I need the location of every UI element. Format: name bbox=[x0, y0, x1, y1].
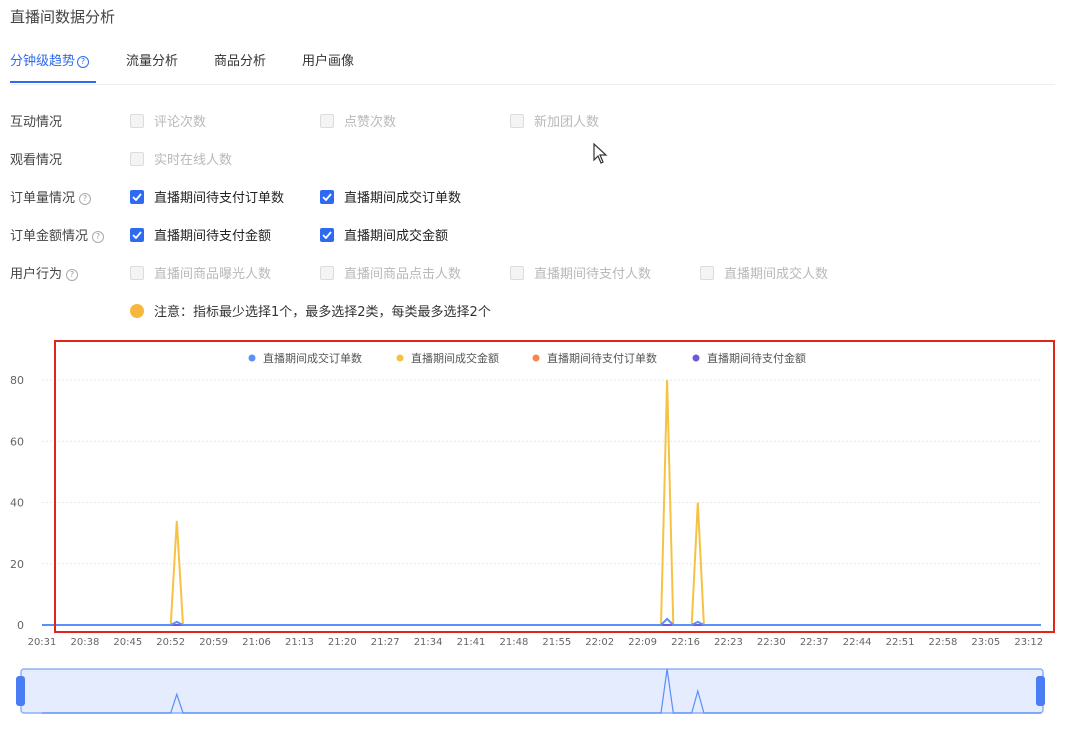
x-tick-label: 21:41 bbox=[457, 637, 486, 648]
x-tick-label: 22:02 bbox=[585, 637, 614, 648]
x-tick-label: 22:09 bbox=[628, 637, 657, 648]
x-tick-label: 21:48 bbox=[500, 637, 529, 648]
x-tick-label: 22:44 bbox=[843, 637, 872, 648]
y-tick-label: 20 bbox=[10, 558, 24, 571]
chart-highlight-box bbox=[54, 340, 1055, 633]
mouse-pointer-icon bbox=[593, 143, 608, 164]
y-tick-label: 80 bbox=[10, 374, 24, 387]
zoom-handle-left[interactable] bbox=[16, 676, 25, 706]
x-tick-label: 20:38 bbox=[70, 637, 99, 648]
x-tick-label: 21:13 bbox=[285, 637, 314, 648]
x-tick-label: 21:34 bbox=[414, 637, 443, 648]
x-tick-label: 22:16 bbox=[671, 637, 700, 648]
x-tick-label: 21:20 bbox=[328, 637, 357, 648]
y-tick-label: 60 bbox=[10, 435, 24, 448]
x-tick-label: 20:59 bbox=[199, 637, 228, 648]
x-tick-label: 22:51 bbox=[886, 637, 915, 648]
x-tick-label: 21:06 bbox=[242, 637, 271, 648]
x-tick-label: 23:05 bbox=[971, 637, 1000, 648]
x-tick-label: 22:30 bbox=[757, 637, 786, 648]
x-tick-label: 20:45 bbox=[113, 637, 142, 648]
x-tick-label: 20:52 bbox=[156, 637, 185, 648]
y-tick-label: 0 bbox=[17, 619, 24, 632]
x-tick-label: 22:23 bbox=[714, 637, 743, 648]
y-tick-label: 40 bbox=[10, 497, 24, 510]
zoom-handle-right[interactable] bbox=[1036, 676, 1045, 706]
x-tick-label: 22:37 bbox=[800, 637, 829, 648]
x-tick-label: 21:55 bbox=[542, 637, 571, 648]
x-tick-label: 22:58 bbox=[929, 637, 958, 648]
x-tick-label: 20:31 bbox=[28, 637, 57, 648]
zoom-range-track[interactable] bbox=[20, 668, 1044, 714]
x-tick-label: 21:27 bbox=[371, 637, 400, 648]
x-tick-label: 23:12 bbox=[1014, 637, 1043, 648]
